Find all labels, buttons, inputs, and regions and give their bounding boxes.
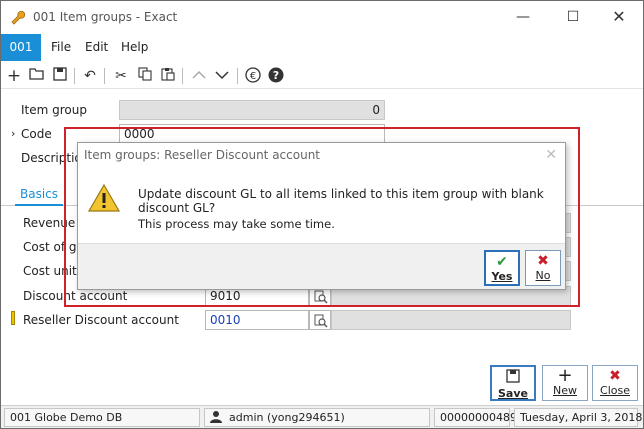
cut-icon[interactable]: ✂ <box>112 67 130 85</box>
title-bar: 001 Item groups - Exact — ☐ ✕ <box>1 1 643 33</box>
status-user-text: admin (yong294651) <box>229 411 345 424</box>
toolbar-separator <box>237 68 238 84</box>
status-user: admin (yong294651) <box>204 408 430 427</box>
magnifier-icon <box>314 314 328 328</box>
status-number: 00000000489 <box>434 408 517 427</box>
new-button[interactable]: + New <box>542 365 588 401</box>
paste-icon[interactable] <box>159 67 177 85</box>
save-disk-icon <box>492 369 534 387</box>
reseller-discount-label: Reseller Discount account <box>23 313 179 327</box>
open-folder-icon[interactable] <box>28 67 46 85</box>
plus-icon: + <box>557 365 573 386</box>
status-database: 001 Globe Demo DB <box>4 408 200 427</box>
svg-text:€: € <box>250 71 256 82</box>
current-row-chevron-icon: › <box>11 127 16 140</box>
window-title: 001 Item groups - Exact <box>33 10 178 24</box>
code-label: Code <box>21 127 52 141</box>
minimize-button[interactable]: — <box>503 5 543 29</box>
arrow-up-icon[interactable] <box>190 67 208 85</box>
toolbar-separator <box>104 68 105 84</box>
undo-icon[interactable]: ↶ <box>81 67 99 85</box>
item-group-field[interactable]: 0 <box>119 100 385 120</box>
toolbar-separator <box>74 68 75 84</box>
menu-bar: 001 File Edit Help <box>1 34 643 61</box>
close-window-button[interactable]: ✕ <box>599 5 639 29</box>
tab-basics[interactable]: Basics <box>15 185 63 206</box>
toolbar: + ↶ ✂ € ? <box>1 63 643 89</box>
maximize-button[interactable]: ☐ <box>553 5 593 29</box>
add-icon[interactable]: + <box>5 67 23 85</box>
dialog-highlight-frame <box>64 127 580 307</box>
status-bar: 001 Globe Demo DB admin (yong294651) 000… <box>1 405 643 428</box>
copy-icon[interactable] <box>136 67 154 85</box>
menu-file[interactable]: File <box>51 40 71 54</box>
help-icon[interactable]: ? <box>267 67 285 85</box>
save-button[interactable]: Save <box>490 365 536 401</box>
svg-text:?: ? <box>273 69 279 82</box>
toolbar-separator <box>182 68 183 84</box>
menu-edit[interactable]: Edit <box>85 40 108 54</box>
x-icon: ✖ <box>609 368 621 384</box>
save-disk-icon[interactable] <box>51 67 69 85</box>
user-icon <box>209 410 223 429</box>
reseller-discount-lookup-button[interactable] <box>309 310 331 330</box>
app-window: 001 Item groups - Exact — ☐ ✕ 001 File E… <box>0 0 644 429</box>
euro-icon[interactable]: € <box>244 67 262 85</box>
item-group-label: Item group <box>21 103 87 117</box>
close-button[interactable]: ✖ Close <box>592 365 638 401</box>
status-date: Tuesday, April 3, 2018 <box>514 408 642 427</box>
company-tag[interactable]: 001 <box>1 34 41 61</box>
wrench-icon <box>9 9 26 25</box>
menu-help[interactable]: Help <box>121 40 148 54</box>
reseller-discount-field[interactable]: 0010 <box>205 310 309 330</box>
arrow-down-icon[interactable] <box>213 67 231 85</box>
required-marker <box>11 311 15 325</box>
reseller-discount-description <box>331 310 571 330</box>
